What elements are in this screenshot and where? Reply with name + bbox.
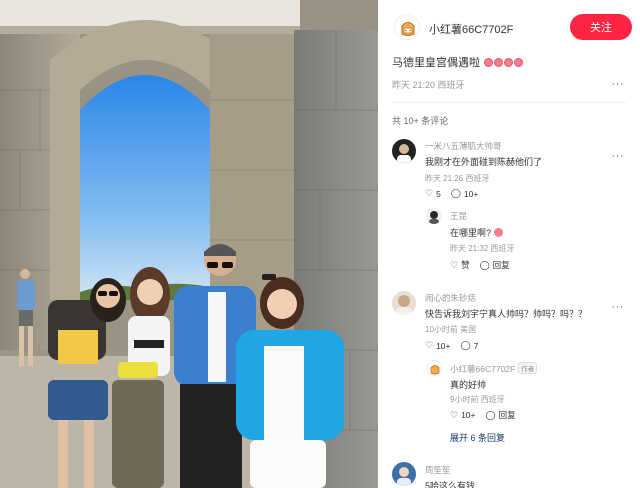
heart-icon: ♡ [425, 340, 434, 350]
reply-label: 回复 [498, 410, 516, 420]
like-button[interactable]: ♡ 10+ [425, 340, 451, 351]
reply-actions: ♡ 10+ ◯ 回复 [450, 409, 526, 421]
heart-icon: ♡ [450, 409, 459, 420]
pig-emoji-icon [484, 57, 493, 67]
comment-user[interactable]: 一米八五薄肌大帅哥 [425, 140, 502, 152]
comment-user[interactable]: 周笙笙 [425, 464, 451, 476]
reply-user[interactable]: 王昆 [450, 210, 467, 222]
reply-button[interactable]: ◯ 回复 [480, 259, 510, 271]
post-meta: 昨天 21:20 西班牙 [392, 78, 465, 91]
post-date: 昨天 21:20 [392, 80, 436, 90]
comment-actions: ♡ 5 ◯ 10+ [425, 188, 488, 199]
comment-count: 共 10+ 条评论 [392, 116, 449, 126]
comment-bubble-icon: ◯ [485, 409, 496, 420]
comment-date: 10小时前 [425, 325, 458, 334]
reply-avatar[interactable] [426, 208, 442, 224]
reply-actions: ♡ 赞 ◯ 回复 [450, 259, 520, 271]
reply-button[interactable]: ◯ 回复 [486, 409, 516, 421]
follow-button[interactable]: 关注 [570, 14, 632, 40]
reply-location: 西班牙 [480, 395, 505, 404]
comment-text: 快告诉我刘宇宁真人帅吗？帅吗？吗？？ [425, 309, 588, 319]
comment-avatar[interactable] [392, 139, 416, 163]
reply-button[interactable]: ◯ 10+ [451, 188, 479, 199]
comment-date: 昨天 21:26 [425, 174, 464, 183]
comment-location: 美国 [460, 325, 477, 334]
comment-meta: 10小时前 美国 [425, 324, 476, 335]
reply-label: 回复 [492, 260, 510, 270]
comment-text: 5哈这么有钱 [425, 481, 476, 488]
post-title-text: 马德里皇宫偶遇啦 [392, 57, 480, 69]
reply-avatar[interactable] [426, 360, 442, 376]
reply-count: 10+ [463, 188, 479, 199]
reply-count: 7 [473, 340, 479, 351]
reply-user[interactable]: 小红薯66C7702F [450, 364, 515, 374]
pig-emoji-icon [504, 57, 513, 67]
like-count: 5 [436, 188, 441, 199]
comment-bubble-icon: ◯ [450, 188, 461, 198]
comment-meta: 昨天 21:26 西班牙 [425, 173, 489, 184]
comment-avatar[interactable] [392, 462, 416, 486]
reply-date: 昨天 21:32 [450, 244, 489, 253]
comment-bubble-icon: ◯ [460, 340, 471, 350]
pig-emoji-strip [483, 57, 523, 67]
comment-text: 我刚才在外面碰到陈赫他们了 [425, 157, 543, 167]
post-more-icon[interactable]: ··· [612, 78, 625, 90]
comment-user[interactable]: 闹心的朱砂痣 [425, 292, 476, 304]
pig-emoji-icon [514, 57, 523, 67]
pig-emoji-icon [494, 57, 503, 67]
reply-user-row: 小红薯66C7702F 作者 [450, 362, 538, 375]
like-button[interactable]: ♡ 赞 [450, 259, 470, 271]
reply-location: 西班牙 [490, 244, 515, 253]
post-image-drawing [0, 0, 378, 488]
heart-icon: ♡ [450, 259, 459, 270]
author-name[interactable]: 小红薯66C7702F [429, 21, 513, 37]
post-detail-panel: 小红薯66C7702F 关注 马德里皇宫偶遇啦 昨天 21:20 西班牙 ···… [378, 0, 640, 488]
reply-button[interactable]: ◯ 7 [461, 340, 479, 351]
post-title: 马德里皇宫偶遇啦 [392, 54, 523, 70]
like-button[interactable]: ♡ 5 [425, 188, 441, 199]
like-count: 10+ [461, 410, 476, 420]
post-image[interactable] [0, 0, 378, 488]
author-avatar-icon[interactable] [394, 14, 420, 40]
reply-text: 真的好帅 [450, 380, 487, 390]
reply-text-content: 在哪里啊? [450, 228, 492, 238]
comment-more-icon[interactable]: ··· [612, 150, 625, 162]
like-button[interactable]: ♡ 10+ [450, 410, 476, 421]
post-location: 西班牙 [437, 80, 465, 90]
comment-more-icon[interactable]: ··· [612, 301, 625, 313]
reply-meta: 9小时前 西班牙 [450, 394, 505, 405]
heart-icon: ♡ [425, 188, 434, 198]
like-label: 赞 [461, 260, 470, 270]
pig-emoji-icon [494, 228, 504, 237]
expand-replies-link[interactable]: 展开 6 条回复 [450, 431, 505, 444]
comment-actions: ♡ 10+ ◯ 7 [425, 340, 488, 351]
comment-avatar[interactable] [392, 291, 416, 315]
author-row: 小红薯66C7702F 关注 [394, 14, 632, 42]
comment-bubble-icon: ◯ [479, 259, 490, 270]
reply-meta: 昨天 21:32 西班牙 [450, 243, 514, 254]
reply-text: 在哪里啊? [450, 226, 504, 239]
divider [392, 102, 626, 103]
author-tag-badge: 作者 [518, 362, 538, 374]
reply-date: 9小时前 [450, 395, 479, 404]
comment-location: 西班牙 [465, 174, 490, 183]
like-count: 10+ [436, 340, 451, 351]
